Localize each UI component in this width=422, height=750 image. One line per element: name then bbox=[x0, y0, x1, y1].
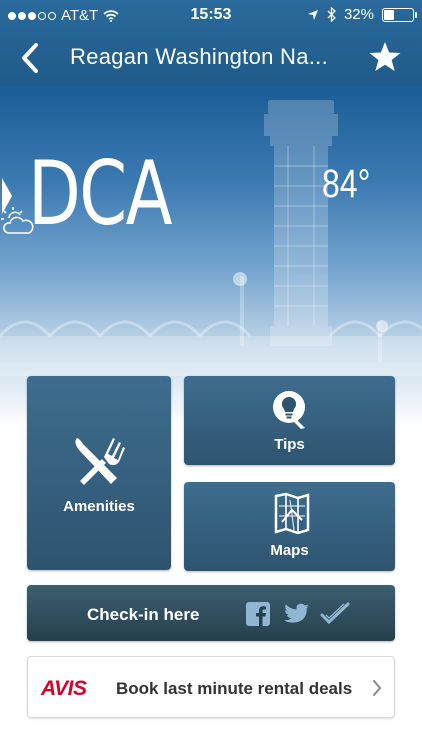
avis-ad-banner[interactable]: AVIS Book last minute rental deals bbox=[27, 656, 395, 718]
lightbulb-icon bbox=[273, 391, 305, 429]
star-icon[interactable] bbox=[368, 40, 402, 74]
chevron-right-icon[interactable] bbox=[0, 176, 14, 216]
battery-icon bbox=[382, 7, 417, 22]
avis-logo: AVIS bbox=[41, 677, 87, 700]
airport-code: DCA bbox=[28, 142, 173, 245]
facebook-icon[interactable] bbox=[246, 602, 270, 626]
nav-bar: Reagan Washington Na... bbox=[0, 30, 422, 86]
map-icon bbox=[274, 492, 310, 534]
amenities-label: Amenities bbox=[63, 498, 135, 515]
page-title: Reagan Washington Na... bbox=[70, 44, 329, 69]
bluetooth-icon bbox=[327, 7, 336, 22]
top-bar: AT&T 15:53 32% Reagan Washington Na... bbox=[0, 0, 422, 88]
tips-tile[interactable]: Tips bbox=[184, 376, 395, 465]
status-bar: AT&T 15:53 32% bbox=[0, 0, 422, 30]
checkin-bar[interactable]: Check-in here bbox=[27, 585, 395, 641]
maps-label: Maps bbox=[270, 542, 309, 559]
control-tower-illustration bbox=[0, 100, 422, 376]
chevron-right-icon[interactable] bbox=[372, 679, 382, 697]
tips-label: Tips bbox=[274, 436, 305, 453]
foursquare-check-icon[interactable] bbox=[320, 602, 350, 626]
battery-percent: 32% bbox=[343, 6, 374, 23]
fork-knife-icon bbox=[75, 438, 125, 485]
temperature: 84° bbox=[322, 162, 371, 206]
amenities-tile[interactable]: Amenities bbox=[27, 376, 171, 570]
airport-hero: DCA 84° bbox=[0, 86, 422, 426]
maps-tile[interactable]: Maps bbox=[184, 482, 395, 571]
chevron-left-icon[interactable] bbox=[16, 41, 46, 75]
status-right: 32% bbox=[307, 6, 417, 23]
battery-level-fill bbox=[384, 9, 394, 20]
location-arrow-icon bbox=[307, 9, 318, 20]
checkin-label: Check-in here bbox=[87, 605, 200, 624]
twitter-icon[interactable] bbox=[284, 603, 310, 625]
ad-text: Book last minute rental deals bbox=[116, 679, 353, 698]
